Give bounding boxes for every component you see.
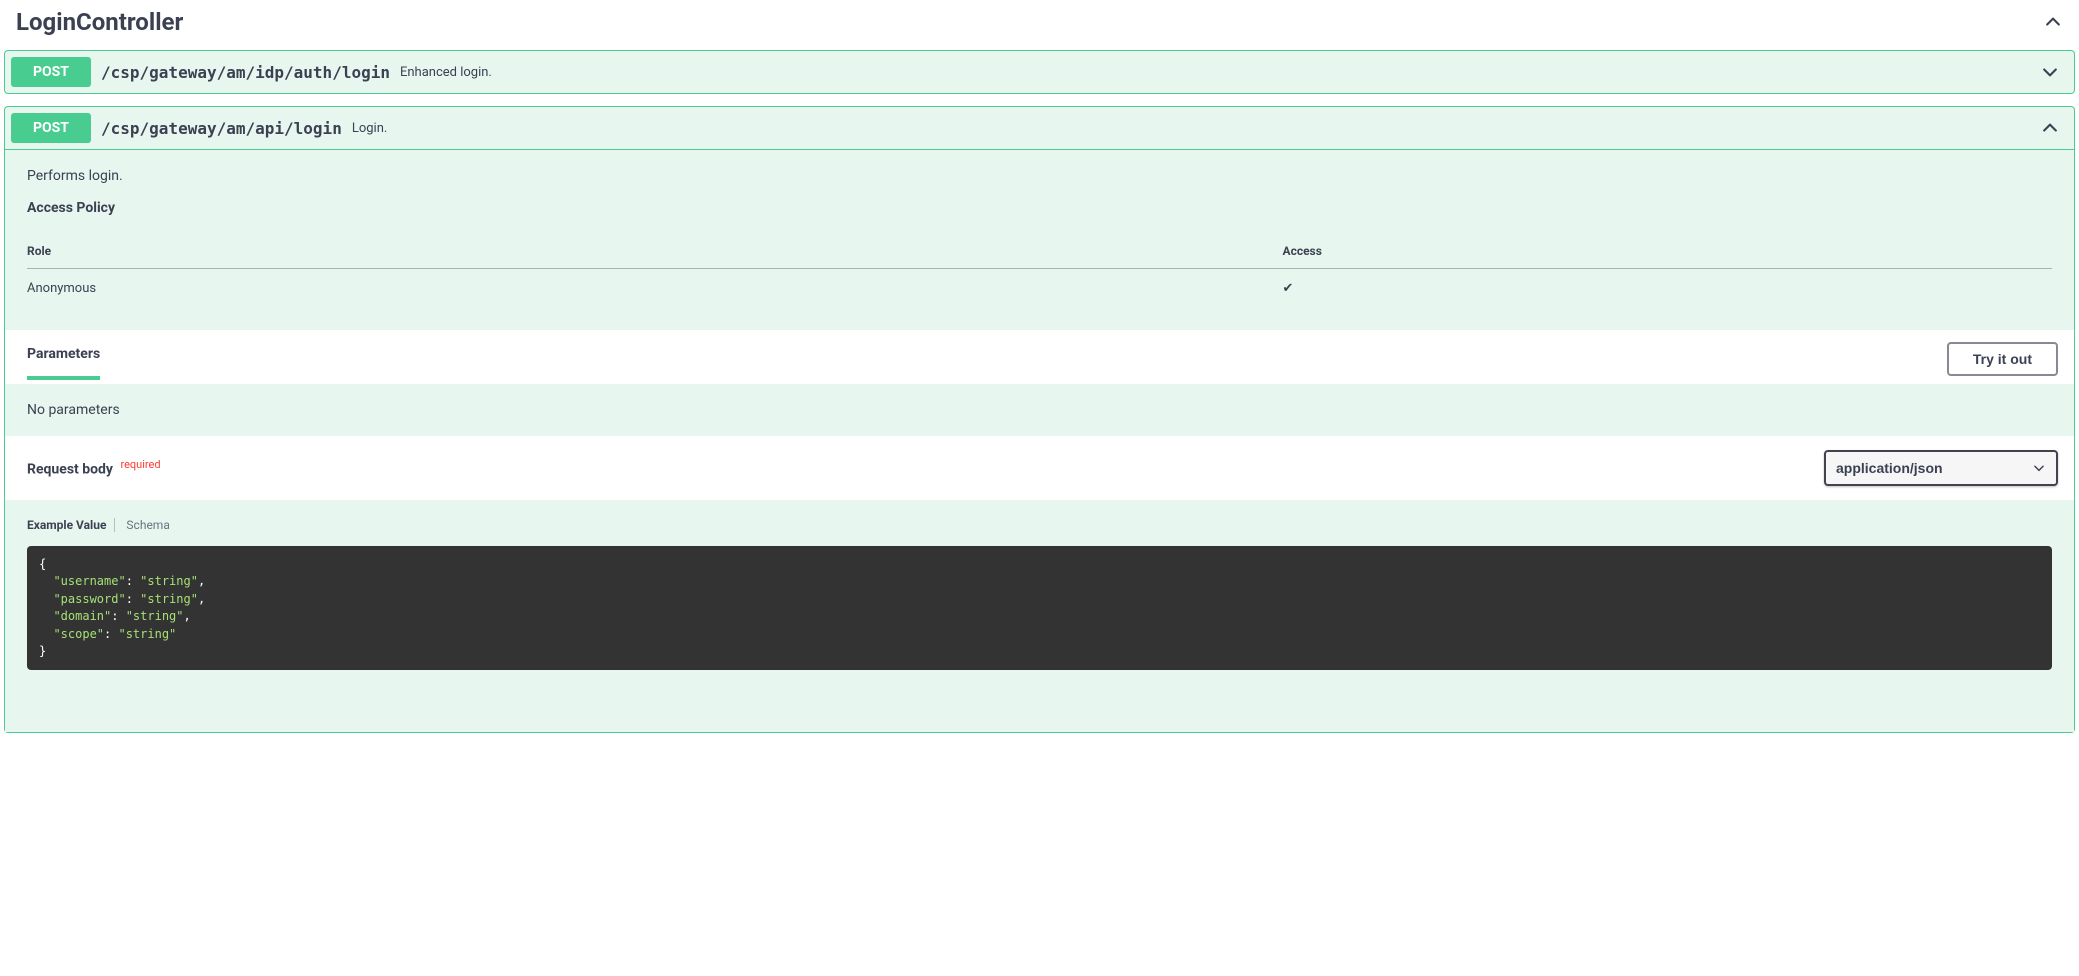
parameters-tab[interactable]: Parameters	[27, 346, 100, 380]
endpoint-description: Performs login.	[27, 168, 2052, 184]
endpoint-path: /csp/gateway/am/api/login	[101, 119, 342, 138]
col-access-header: Access	[1283, 234, 2053, 269]
chevron-down-icon	[2040, 62, 2060, 82]
tab-schema[interactable]: Schema	[118, 518, 169, 532]
example-code-block[interactable]: { "username": "string", "password": "str…	[27, 546, 2052, 670]
no-parameters-text: No parameters	[5, 384, 2074, 436]
endpoint-summary: Enhanced login.	[400, 65, 492, 80]
endpoint-summary: Login.	[352, 121, 387, 136]
request-body-bar: Request body required application/json	[5, 436, 2074, 500]
col-role-header: Role	[27, 234, 1283, 269]
access-policy-table: Role Access Anonymous ✔	[27, 234, 2052, 308]
endpoint-path: /csp/gateway/am/idp/auth/login	[101, 63, 390, 82]
tab-example-value[interactable]: Example Value	[27, 518, 115, 532]
section-title: LoginController	[16, 8, 183, 36]
bottom-spacer	[5, 692, 2074, 732]
access-cell: ✔	[1283, 269, 2053, 309]
parameters-bar: Parameters Try it out	[5, 330, 2074, 384]
endpoint-enhanced-login: POST /csp/gateway/am/idp/auth/login Enha…	[4, 50, 2075, 94]
chevron-up-icon	[2040, 118, 2060, 138]
description-block: Performs login. Access Policy Role Acces…	[5, 150, 2074, 330]
table-row: Anonymous ✔	[27, 269, 2052, 309]
section-header[interactable]: LoginController	[4, 0, 2075, 50]
content-type-select-wrapper: application/json	[1824, 450, 2058, 486]
endpoint-login: POST /csp/gateway/am/api/login Login. Pe…	[4, 106, 2075, 733]
role-cell: Anonymous	[27, 269, 1283, 309]
content-type-select[interactable]: application/json	[1826, 452, 2056, 484]
access-policy-title: Access Policy	[27, 200, 2052, 216]
required-badge: required	[120, 458, 160, 471]
schema-tabs: Example Value Schema	[5, 500, 2074, 538]
http-method-badge: POST	[11, 113, 91, 143]
endpoint-header[interactable]: POST /csp/gateway/am/api/login Login.	[5, 107, 2074, 149]
chevron-up-icon	[2043, 12, 2063, 32]
endpoint-header[interactable]: POST /csp/gateway/am/idp/auth/login Enha…	[5, 51, 2074, 93]
request-body-label: Request body	[27, 462, 113, 478]
endpoint-body: Performs login. Access Policy Role Acces…	[5, 149, 2074, 732]
http-method-badge: POST	[11, 57, 91, 87]
try-it-out-button[interactable]: Try it out	[1947, 342, 2058, 376]
